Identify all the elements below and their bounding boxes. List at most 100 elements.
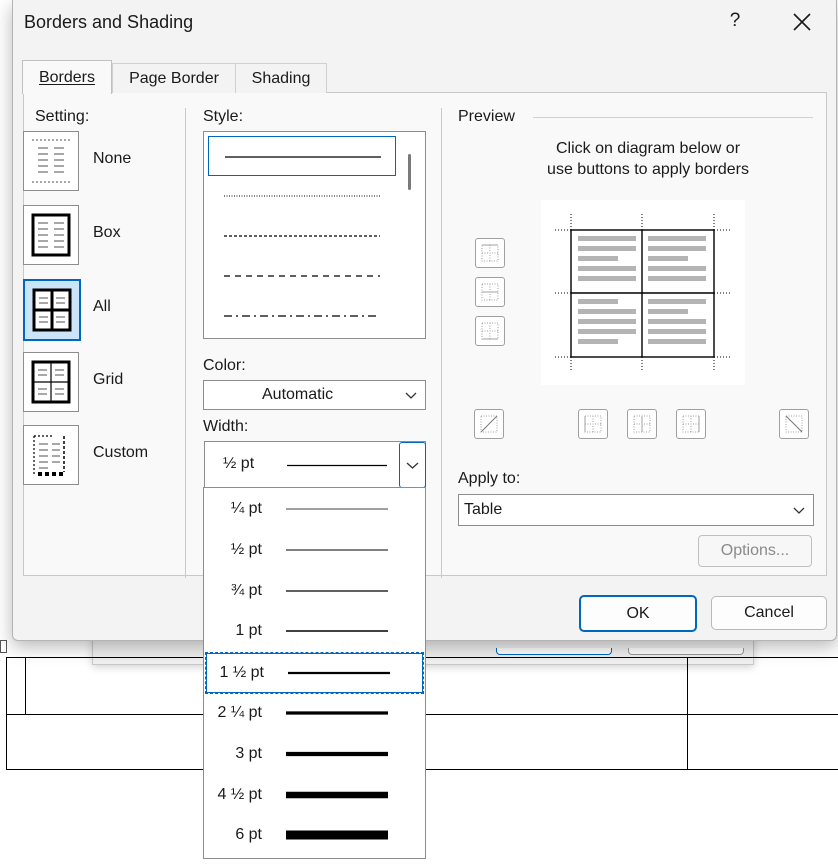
width-line-sample [286, 751, 388, 756]
setting-none-icon [23, 131, 79, 191]
close-icon [793, 13, 811, 31]
setting-none-label: None [93, 150, 132, 167]
width-option-label: 1 ½ pt [219, 664, 264, 682]
preview-instructions: Click on diagram below or use buttons to… [458, 138, 838, 180]
diagonal-down-icon [785, 415, 803, 433]
border-inside-horizontal-icon [481, 283, 499, 301]
apply-to-label: Apply to: [458, 470, 521, 487]
width-option[interactable]: ¼ pt [204, 489, 423, 529]
width-line-sample [286, 508, 388, 510]
apply-to-dropdown[interactable]: Table [458, 494, 814, 526]
width-option[interactable]: ½ pt [204, 530, 423, 570]
style-option-dashed-large[interactable] [208, 256, 394, 294]
setting-all-label: All [93, 298, 111, 315]
style-option-dash-dot[interactable] [208, 296, 394, 334]
top-border-button[interactable] [475, 238, 505, 268]
apply-to-value: Table [464, 501, 503, 518]
style-list-scrollbar[interactable] [408, 154, 411, 190]
close-button[interactable] [789, 8, 815, 36]
diagonal-up-icon [480, 415, 498, 433]
width-option[interactable]: 1 ½ pt [205, 652, 424, 695]
help-button[interactable]: ? [723, 10, 747, 36]
width-option[interactable]: 1 pt [204, 611, 423, 651]
preview-instruction-line: Click on diagram below or [555, 140, 741, 157]
color-dropdown[interactable]: Automatic [203, 380, 426, 410]
style-option-dashed-small[interactable] [208, 216, 394, 254]
width-option-label: ¾ pt [230, 581, 262, 599]
setting-box-label: Box [93, 224, 121, 241]
width-dropdown[interactable]: ½ pt [204, 441, 426, 489]
border-top-icon [481, 244, 499, 262]
style-label: Style: [203, 108, 244, 125]
tab-shading-label: Shading [251, 70, 311, 87]
dialog-title: Borders and Shading [24, 12, 194, 32]
border-right-icon [682, 415, 700, 433]
width-option[interactable]: ¾ pt [204, 571, 423, 611]
preview-diagram[interactable] [541, 200, 745, 385]
table-column-border [25, 658, 26, 714]
chevron-down-icon [406, 462, 419, 469]
width-option[interactable]: 4 ½ pt [204, 775, 423, 815]
width-option-label: 3 pt [235, 744, 262, 762]
style-option-solid[interactable] [208, 136, 396, 176]
background-ok-button-edge [496, 648, 612, 655]
setting-custom-icon [23, 425, 79, 485]
chevron-down-icon [397, 381, 425, 409]
width-option-label: 1 pt [235, 622, 262, 640]
setting-custom-label: Custom [93, 444, 149, 461]
width-line-sample [288, 672, 390, 675]
ok-button[interactable]: OK [579, 595, 697, 632]
width-option[interactable]: 2 ¼ pt [204, 693, 423, 733]
dash-dot-line-sample [224, 315, 380, 317]
width-line-sample [286, 711, 388, 715]
dashed-line-sample [224, 235, 380, 237]
tab-page-border[interactable]: Page Border [112, 63, 236, 93]
background-cancel-button-edge [628, 648, 744, 655]
tab-page-border-label: Page Border [129, 70, 219, 87]
table-move-handle[interactable] [0, 640, 7, 653]
setting-box-icon [23, 205, 79, 265]
title-bar: Borders and Shading ? [13, 0, 836, 46]
options-button[interactable]: Options... [698, 535, 812, 567]
width-line-sample [286, 830, 388, 840]
width-option-label: 2 ¼ pt [217, 704, 262, 721]
width-line-sample [286, 630, 388, 633]
diagonal-up-border-button[interactable] [474, 409, 504, 439]
style-list[interactable] [203, 131, 426, 339]
width-dropdown-list[interactable]: ¼ pt ½ pt ¾ pt 1 pt 1 ½ pt 2 ¼ pt 3 pt 4 ½ pt 6 … [203, 487, 426, 859]
border-bottom-icon [481, 322, 499, 340]
inside-vertical-border-button[interactable] [627, 409, 657, 439]
width-option-label: 6 pt [235, 826, 262, 844]
dotted-line-sample [224, 195, 380, 197]
preview-instruction-line: use buttons to apply borders [547, 161, 749, 178]
bottom-border-button[interactable] [475, 316, 505, 346]
style-option-dotted[interactable] [208, 176, 394, 214]
inside-horizontal-border-button[interactable] [475, 277, 505, 307]
width-line-sample [286, 589, 388, 592]
width-option[interactable]: 3 pt [204, 734, 423, 774]
setting-label: Setting: [35, 108, 90, 125]
setting-all-icon [23, 279, 81, 341]
width-dropdown-toggle[interactable] [399, 442, 426, 488]
right-border-button[interactable] [676, 409, 706, 439]
color-label: Color: [203, 357, 246, 374]
width-line-sample [286, 549, 388, 551]
chevron-down-icon [785, 495, 813, 525]
cancel-button[interactable]: Cancel [711, 596, 827, 630]
width-line-sample [286, 791, 388, 798]
width-option-label: ½ pt [230, 540, 262, 558]
column-separator [185, 108, 186, 578]
left-border-button[interactable] [578, 409, 608, 439]
dashed-line-sample [224, 275, 380, 277]
diagonal-down-border-button[interactable] [779, 409, 809, 439]
width-option[interactable]: 6 pt [204, 815, 423, 855]
width-option-label: 4 ½ pt [217, 785, 262, 803]
width-value: ½ pt [223, 455, 255, 472]
tab-shading[interactable]: Shading [235, 63, 327, 93]
tab-borders-label: Borders [38, 69, 96, 86]
border-left-icon [584, 415, 602, 433]
solid-line-sample [225, 156, 381, 158]
tab-borders[interactable]: Borders [22, 60, 112, 94]
setting-grid-icon [23, 352, 79, 412]
width-label: Width: [203, 418, 249, 435]
